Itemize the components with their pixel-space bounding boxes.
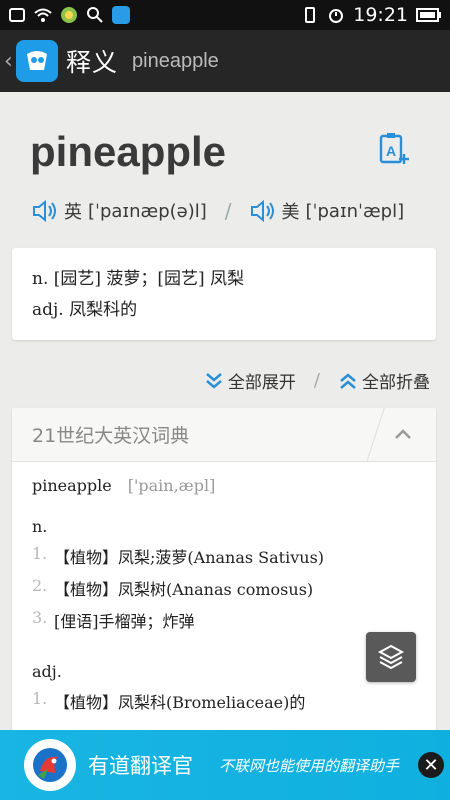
close-icon[interactable]: ✕ <box>418 752 444 778</box>
dictionary-header[interactable]: 21世纪大英汉词典 <box>12 408 436 462</box>
double-chevron-up-icon <box>340 372 356 389</box>
dictionary-title: 21世纪大英汉词典 <box>32 425 190 447</box>
expand-all-label: 全部展开 <box>227 373 296 393</box>
double-chevron-down-icon <box>206 372 222 389</box>
phonetic-uk-label: 英 <box>64 202 82 223</box>
phonetic-uk: [ˈpaɪnæp(ə)l] <box>88 200 207 222</box>
youdao-status-icon <box>112 6 130 24</box>
header-divider <box>366 408 385 462</box>
parrot-icon <box>33 748 67 782</box>
svg-text:A: A <box>386 143 396 159</box>
list-item: 2. 【植物】凤梨树(Ananas comosus) <box>32 576 416 600</box>
list-item: 1. 【植物】凤梨科(Bromeliaceae)的 <box>32 689 416 713</box>
phonetic-separator: / <box>224 199 232 223</box>
item-text: [俚语]手榴弹；炸弹 <box>54 612 195 631</box>
alarm-icon <box>329 9 344 23</box>
dictionary-section: 21世纪大英汉词典 pineapple ['pain,æpl] n. 1. 【植物… <box>12 408 436 738</box>
item-text: 【植物】凤梨;菠萝(Ananas Sativus) <box>54 548 325 567</box>
item-number: 1. <box>32 544 48 563</box>
item-number: 2. <box>32 576 48 595</box>
promo-banner[interactable]: 有道翻译官 不联网也能使用的翻译助手 ✕ <box>0 730 450 800</box>
dictionary-headword: pineapple <box>32 476 112 495</box>
banner-slogan: 不联网也能使用的翻译助手 <box>219 756 400 775</box>
vibrate-icon <box>305 7 316 23</box>
item-text: 【植物】凤梨树(Ananas comosus) <box>54 580 314 599</box>
wifi-icon <box>34 8 52 22</box>
collapse-all-button[interactable]: 全部折叠 <box>338 368 430 393</box>
chevron-up-icon[interactable] <box>392 424 414 446</box>
youdao-logo-icon <box>27 51 47 70</box>
toggle-separator: / <box>313 370 320 391</box>
dictionary-headword-line: pineapple ['pain,æpl] <box>32 476 416 495</box>
pos-noun: n. <box>32 517 48 536</box>
app-bar: ‹ 释义 pineapple <box>0 30 450 92</box>
phonetic-us-label: 美 <box>281 202 300 223</box>
banner-title: 有道翻译官 <box>88 754 193 778</box>
dictionary-body: pineapple ['pain,æpl] n. 1. 【植物】凤梨;菠萝(Ana… <box>12 462 436 727</box>
battery-icon <box>416 8 441 22</box>
back-chevron-icon[interactable]: ‹ <box>4 49 14 74</box>
speaker-uk-icon[interactable] <box>32 200 58 222</box>
headword: pineapple <box>30 128 227 175</box>
word-header: pineapple A 英 [ˈpaɪnæp(ə)l] / 美 [ˈpaɪnˈæ… <box>0 92 450 242</box>
expand-all-button[interactable]: 全部展开 <box>204 368 296 393</box>
list-item: 1. 【植物】凤梨;菠萝(Ananas Sativus) <box>32 544 416 568</box>
phonetic-us: [ˈpaɪnˈæpl] <box>305 200 405 222</box>
dictionary-phonetic: ['pain,æpl] <box>127 476 216 495</box>
definition-line: adj. 凤梨科的 <box>32 300 138 320</box>
notification-icon <box>9 8 25 22</box>
collapse-all-label: 全部折叠 <box>362 373 430 393</box>
layers-icon <box>377 644 405 670</box>
app-title: 释义 <box>66 48 119 77</box>
translator-app-logo <box>24 739 76 791</box>
item-text: 【植物】凤梨科(Bromeliaceae)的 <box>54 693 306 712</box>
item-number: 1. <box>32 689 48 708</box>
item-number: 3. <box>32 608 48 627</box>
query-word: pineapple <box>132 49 219 72</box>
add-to-wordbook-icon[interactable]: A <box>378 132 410 166</box>
list-item: 3. [俚语]手榴弹；炸弹 <box>32 608 416 632</box>
speaker-us-icon[interactable] <box>250 200 276 222</box>
pos-adjective: adj. <box>32 662 62 681</box>
layers-button[interactable] <box>366 632 416 682</box>
status-bar: 19:21 <box>0 0 450 30</box>
app-badge-icon <box>61 7 77 23</box>
status-time: 19:21 <box>353 4 408 26</box>
expand-collapse-row: 全部展开 / 全部折叠 <box>204 368 430 393</box>
phonetic-row: 英 [ˈpaɪnæp(ə)l] / 美 [ˈpaɪnˈæpl] <box>32 198 404 224</box>
basic-definition-card: n. [园艺] 菠萝；[园艺] 凤梨 adj. 凤梨科的 <box>12 248 436 340</box>
app-logo[interactable] <box>16 40 58 82</box>
search-icon <box>87 7 103 23</box>
definition-line: n. [园艺] 菠萝；[园艺] 凤梨 <box>32 269 245 289</box>
